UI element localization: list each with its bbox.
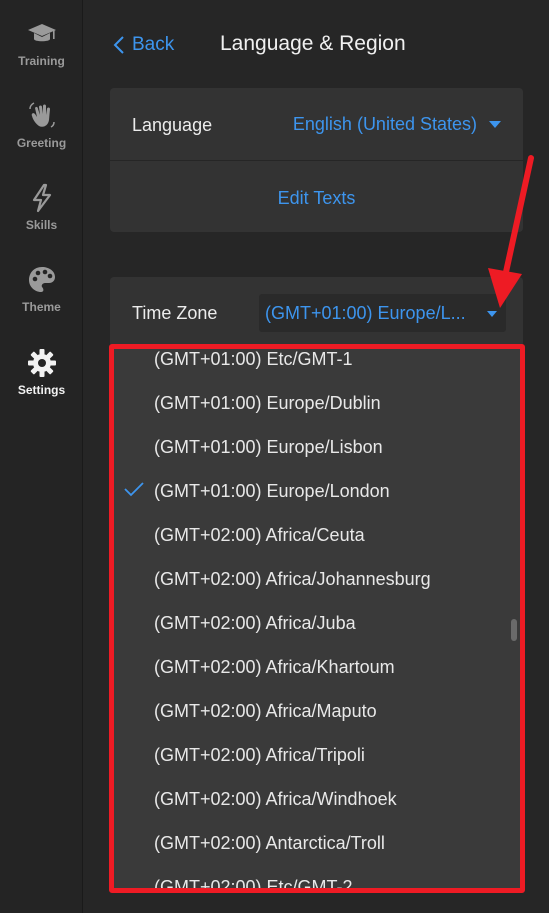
sidebar-item-skills[interactable]: Skills	[0, 182, 83, 252]
back-button-label: Back	[132, 34, 175, 55]
sidebar-item-settings[interactable]: Settings	[0, 347, 83, 417]
sidebar-item-label: Greeting	[16, 136, 67, 150]
sidebar-item-theme[interactable]: Theme	[0, 264, 83, 334]
sidebar-item-greeting[interactable]: Greeting	[0, 100, 83, 170]
sidebar-item-label: Training	[18, 54, 65, 68]
page-title: Language & Region	[220, 32, 406, 55]
sidebar-item-training[interactable]: Training	[0, 18, 83, 88]
timezone-option[interactable]: (GMT+01:00) Europe/Dublin	[112, 381, 512, 425]
timezone-option-label: (GMT+02:00) Africa/Ceuta	[154, 524, 365, 545]
timezone-option-label: (GMT+02:00) Africa/Khartoum	[154, 656, 395, 677]
sidebar-item-label: Settings	[17, 383, 66, 397]
timezone-option[interactable]: (GMT+02:00) Africa/Maputo	[112, 689, 512, 733]
graduation-cap-icon	[27, 24, 56, 42]
timezone-option-label: (GMT+01:00) Etc/GMT-1	[154, 348, 353, 369]
scrollbar-thumb[interactable]	[511, 619, 517, 641]
timezone-select[interactable]: (GMT+01:00) Europe/L...	[259, 294, 506, 332]
timezone-option[interactable]: (GMT+02:00) Africa/Juba	[112, 601, 512, 645]
waving-hand-icon	[28, 102, 55, 128]
timezone-label: Time Zone	[132, 303, 218, 323]
edit-texts-link[interactable]: Edit Texts	[110, 188, 523, 209]
timezone-option[interactable]: (GMT+02:00) Etc/GMT-2	[112, 865, 512, 890]
language-select-value: English (United States)	[292, 114, 477, 134]
timezone-option-label: (GMT+02:00) Africa/Juba	[154, 612, 356, 633]
divider	[110, 160, 523, 161]
timezone-option[interactable]: (GMT+02:00) Africa/Tripoli	[112, 733, 512, 777]
timezone-option-label: (GMT+01:00) Europe/Lisbon	[154, 436, 383, 457]
caret-down-icon	[489, 121, 501, 128]
timezone-option-label: (GMT+01:00) Europe/Dublin	[154, 392, 381, 413]
sidebar-item-label: Theme	[22, 300, 61, 314]
gear-icon	[27, 349, 56, 377]
language-card: Language English (United States) Edit Te…	[110, 88, 523, 232]
sidebar: Training Greeting Skills Theme Settings	[0, 0, 83, 913]
language-select[interactable]: English (United States)	[293, 114, 501, 135]
timezone-option[interactable]: (GMT+02:00) Antarctica/Troll	[112, 821, 512, 865]
timezone-option[interactable]: (GMT+01:00) Etc/GMT-1	[112, 347, 512, 381]
timezone-option-label: (GMT+02:00) Africa/Johannesburg	[154, 568, 431, 589]
timezone-option[interactable]: (GMT+02:00) Africa/Windhoek	[112, 777, 512, 821]
timezone-option-label: (GMT+02:00) Africa/Windhoek	[154, 788, 397, 809]
sidebar-item-label: Skills	[25, 218, 58, 232]
timezone-select-value: (GMT+01:00) Europe/L...	[265, 302, 466, 323]
timezone-dropdown-list[interactable]: (GMT+01:00) Etc/GMT-1 (GMT+01:00) Europe…	[112, 347, 520, 889]
timezone-option[interactable]: (GMT+01:00) Europe/Lisbon	[112, 425, 512, 469]
palette-icon	[28, 267, 55, 292]
language-label: Language	[132, 115, 213, 135]
timezone-option-label: (GMT+02:00) Antarctica/Troll	[154, 832, 385, 853]
timezone-option-label: (GMT+02:00) Etc/GMT-2	[154, 876, 353, 890]
timezone-option-label: (GMT+02:00) Africa/Tripoli	[154, 744, 365, 765]
back-button[interactable]: Back	[112, 32, 174, 58]
timezone-option[interactable]: (GMT+02:00) Africa/Johannesburg	[112, 557, 512, 601]
caret-down-icon	[487, 311, 497, 317]
timezone-option[interactable]: (GMT+02:00) Africa/Ceuta	[112, 513, 512, 557]
lightning-bolt-icon	[32, 183, 51, 213]
timezone-card: Time Zone (GMT+01:00) Europe/L...	[110, 277, 523, 347]
checkmark-icon	[124, 482, 144, 497]
chevron-left-icon	[113, 36, 124, 54]
timezone-option-label: (GMT+01:00) Europe/London	[154, 480, 390, 501]
timezone-option[interactable]: (GMT+02:00) Africa/Khartoum	[112, 645, 512, 689]
timezone-option-label: (GMT+02:00) Africa/Maputo	[154, 700, 377, 721]
timezone-option-selected[interactable]: (GMT+01:00) Europe/London	[112, 469, 512, 513]
